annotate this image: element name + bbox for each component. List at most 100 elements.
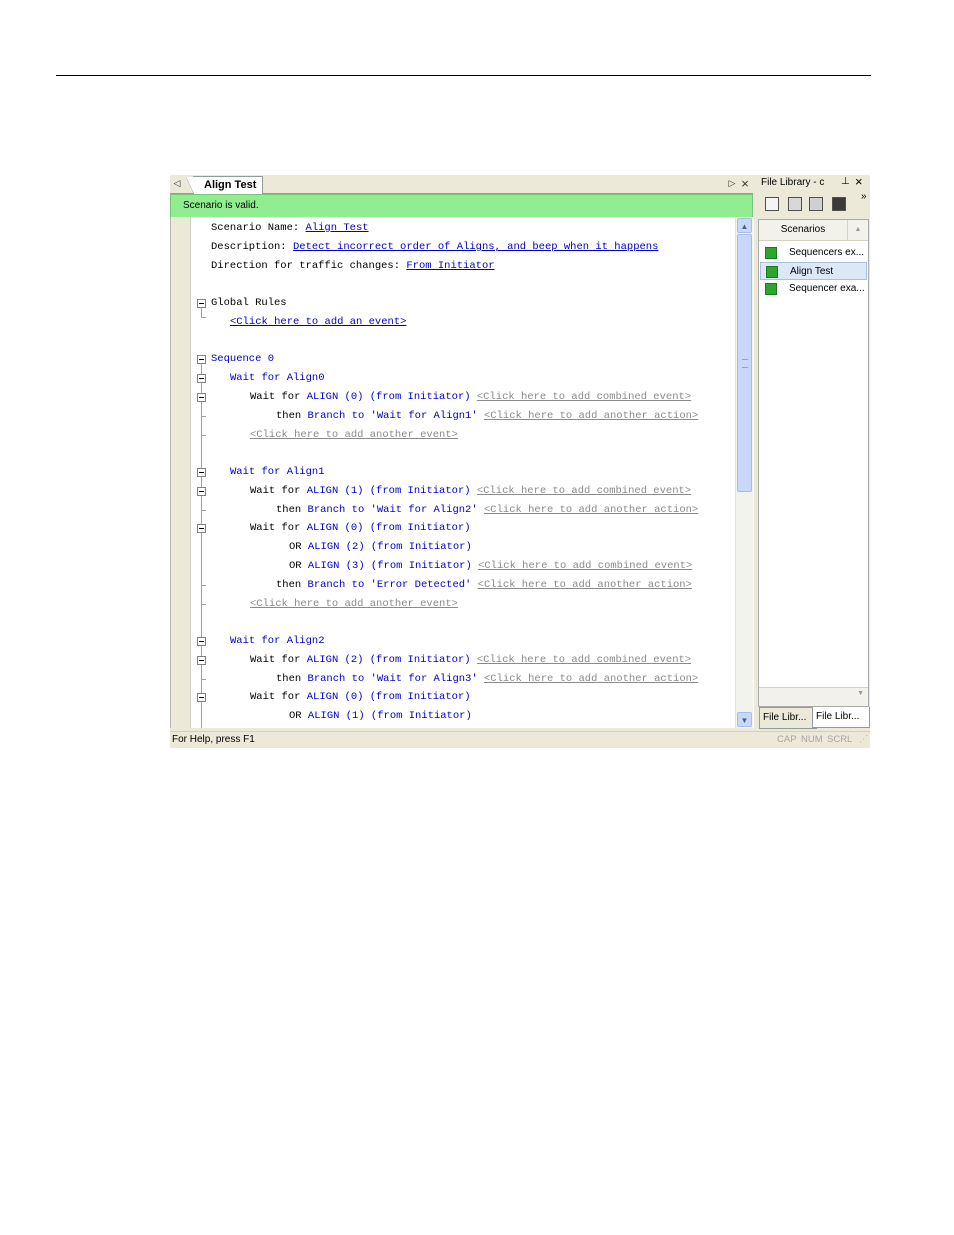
list-item[interactable]: Sequencers ex... <box>760 244 867 262</box>
event-condition[interactable]: ALIGN (0) (from Initiator) <box>307 522 471 534</box>
action-line: then Branch to 'Wait for Align3' <Click … <box>276 671 698 687</box>
wait-for-keyword: Wait for <box>250 485 301 497</box>
then-keyword: then <box>276 410 302 422</box>
event-condition[interactable]: ALIGN (2) (from Initiator) <box>308 541 472 553</box>
save-icon[interactable] <box>788 197 802 211</box>
scenarios-column-header[interactable]: Scenarios ▲ <box>759 220 868 241</box>
add-another-action-link[interactable]: <Click here to add another action> <box>484 504 698 516</box>
event-line: Wait for ALIGN (2) (from Initiator) <Cli… <box>250 652 691 668</box>
wait-for-keyword: Wait for <box>250 522 301 534</box>
scroll-thumb[interactable] <box>737 234 752 492</box>
event-condition[interactable]: ALIGN (1) (from Initiator) <box>307 485 471 497</box>
toolbar-overflow-icon[interactable]: » <box>861 191 867 202</box>
list-item-label: Align Test <box>790 266 834 277</box>
scroll-down-icon[interactable]: ▼ <box>857 690 864 697</box>
tree-connector <box>201 416 206 417</box>
page-top-rule <box>56 75 871 76</box>
add-another-action-link[interactable]: <Click here to add another action> <box>478 579 692 591</box>
list-scroll-footer: ▼ <box>759 687 868 706</box>
collapse-state-icon[interactable] <box>197 637 206 646</box>
pin-icon[interactable]: ⊥ <box>841 176 850 187</box>
add-another-action-link[interactable]: <Click here to add another action> <box>484 673 698 685</box>
add-global-event-link[interactable]: <Click here to add an event> <box>230 314 406 330</box>
event-condition[interactable]: ALIGN (0) (from Initiator) <box>307 391 471 403</box>
editor-vertical-scrollbar[interactable]: ▲ ▼ <box>735 217 753 728</box>
sequence-heading[interactable]: Sequence 0 <box>211 351 274 367</box>
num-indicator: NUM <box>801 734 823 745</box>
event-line: Wait for ALIGN (1) (from Initiator) <Cli… <box>250 483 691 499</box>
tree-connector <box>201 585 206 586</box>
scenario-name-link[interactable]: Align Test <box>306 222 369 234</box>
scroll-down-icon[interactable]: ▼ <box>737 712 752 727</box>
scroll-up-icon[interactable]: ▲ <box>737 218 752 233</box>
tree-connector <box>201 510 206 511</box>
event-condition[interactable]: ALIGN (0) (from Initiator) <box>307 691 471 703</box>
tab-file-library-1[interactable]: File Libr... <box>759 707 817 729</box>
tree-connector <box>201 364 202 728</box>
event-condition[interactable]: ALIGN (2) (from Initiator) <box>307 654 471 666</box>
new-file-icon[interactable] <box>765 197 779 211</box>
list-item-label: Sequencers ex... <box>789 247 865 258</box>
direction-line: Direction for traffic changes: From Init… <box>211 258 495 274</box>
scenario-list: Scenarios ▲ Sequencers ex... Align Test … <box>758 219 869 707</box>
collapse-global-rules-icon[interactable] <box>197 299 206 308</box>
action-branch[interactable]: Branch to 'Wait for Align2' <box>308 504 478 516</box>
description-label: Description: <box>211 241 287 253</box>
collapse-event-icon[interactable] <box>197 524 206 533</box>
close-icon[interactable]: × <box>739 176 751 191</box>
collapse-sequence-icon[interactable] <box>197 355 206 364</box>
state-heading[interactable]: Wait for Align0 <box>230 370 325 386</box>
save-all-icon[interactable] <box>809 197 823 211</box>
file-library-title: File Library - c <box>761 177 825 188</box>
event-condition[interactable]: ALIGN (3) (from Initiator) <box>308 560 472 572</box>
add-combined-event-link[interactable]: <Click here to add combined event> <box>477 654 691 666</box>
scroll-up-icon[interactable]: ▲ <box>847 220 868 240</box>
add-combined-event-link[interactable]: <Click here to add combined event> <box>478 560 692 572</box>
scenario-file-icon <box>765 283 777 295</box>
state-heading[interactable]: Wait for Align1 <box>230 464 325 480</box>
action-branch[interactable]: Branch to 'Wait for Align1' <box>308 410 478 422</box>
tree-connector <box>201 308 202 317</box>
list-item-label: Sequencer exa... <box>789 283 865 294</box>
collapse-event-icon[interactable] <box>197 487 206 496</box>
add-another-event-link[interactable]: <Click here to add another event> <box>250 427 458 443</box>
wait-for-keyword: Wait for <box>250 654 301 666</box>
tab-file-library-2[interactable]: File Libr... <box>812 707 870 728</box>
tab-align-test[interactable]: Align Test <box>185 176 264 194</box>
add-another-action-link[interactable]: <Click here to add another action> <box>484 410 698 422</box>
then-keyword: then <box>276 673 302 685</box>
scenario-editor-window: ◁ Align Test ▷ × Scenario is valid. Scen… <box>170 174 870 748</box>
status-bar: For Help, press F1 CAP NUM SCRL ⋰ <box>170 731 870 748</box>
add-another-event-link[interactable]: <Click here to add another event> <box>250 596 458 612</box>
then-keyword: then <box>276 504 302 516</box>
scenario-file-icon <box>766 266 778 278</box>
action-branch[interactable]: Branch to 'Wait for Align3' <box>308 673 478 685</box>
tree-connector <box>201 679 206 680</box>
close-pane-icon[interactable]: × <box>855 174 863 189</box>
collapse-event-icon[interactable] <box>197 393 206 402</box>
list-item-selected[interactable]: Align Test <box>760 262 867 280</box>
event-line: Wait for ALIGN (0) (from Initiator) <Cli… <box>250 389 691 405</box>
action-branch[interactable]: Branch to 'Error Detected' <box>308 579 472 591</box>
collapse-event-icon[interactable] <box>197 656 206 665</box>
left-triangle-icon[interactable]: ◁ <box>171 176 183 191</box>
document-tab-strip: ◁ Align Test ▷ × <box>170 175 753 194</box>
tree-connector <box>201 435 206 436</box>
event-condition[interactable]: ALIGN (1) (from Initiator) <box>308 710 472 722</box>
event-line: Wait for ALIGN (0) (from Initiator) <box>250 689 471 705</box>
description-link[interactable]: Detect incorrect order of Aligns, and be… <box>293 241 658 253</box>
resize-grip-icon[interactable]: ⋰ <box>859 732 869 748</box>
right-triangle-icon[interactable]: ▷ <box>726 176 738 191</box>
open-all-icon[interactable] <box>832 197 846 211</box>
or-event-line: OR ALIGN (1) (from Initiator) <box>289 708 472 724</box>
add-combined-event-link[interactable]: <Click here to add combined event> <box>477 485 691 497</box>
collapse-event-icon[interactable] <box>197 693 206 702</box>
add-combined-event-link[interactable]: <Click here to add combined event> <box>477 391 691 403</box>
list-item[interactable]: Sequencer exa... <box>760 280 867 298</box>
caps-indicator: CAP <box>777 734 797 745</box>
or-keyword: OR <box>289 560 302 572</box>
collapse-state-icon[interactable] <box>197 468 206 477</box>
direction-link[interactable]: From Initiator <box>406 260 494 272</box>
collapse-state-icon[interactable] <box>197 374 206 383</box>
state-heading[interactable]: Wait for Align2 <box>230 633 325 649</box>
